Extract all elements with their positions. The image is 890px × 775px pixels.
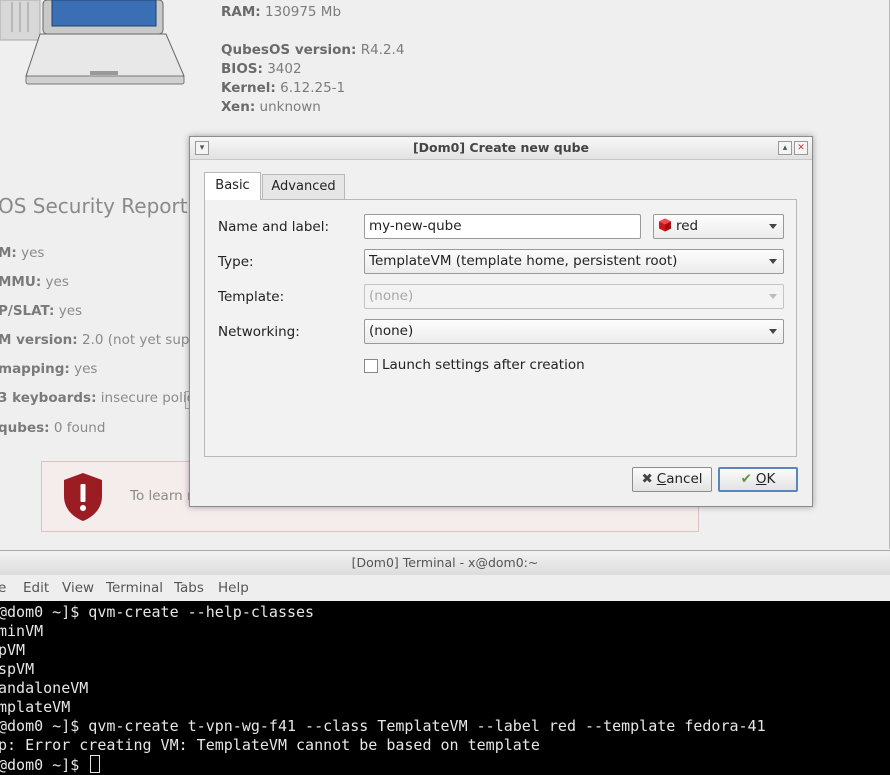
terminal-output[interactable]: @dom0 ~]$ qvm-create --help-classes minV… [0,601,890,775]
ram-info: RAM: 130975 Mb [221,4,342,20]
terminal-line: minVM [0,622,44,640]
bios-info: BIOS: 3402 [221,61,302,77]
security-row: MMU: yes [0,274,69,290]
red-cube-icon [659,218,671,232]
terminal-line: @dom0 ~]$ qvm-create t-vpn-wg-f41 --clas… [0,717,766,735]
networking-caption: Networking: [218,324,300,340]
template-select: (none) [364,284,784,309]
security-row: M: yes [0,245,45,261]
menu-help[interactable]: Help [218,580,249,596]
template-select-value: (none) [369,288,414,304]
terminal-line: spVM [0,660,35,678]
terminal-line: p: Error creating VM: TemplateVM cannot … [0,736,540,754]
type-caption: Type: [218,254,254,270]
terminal-window: [Dom0] Terminal - x@dom0:~ e Edit View T… [0,550,890,775]
security-row: 3 keyboards: insecure policy [0,390,202,406]
menu-file[interactable]: e [0,580,6,596]
security-row: M version: 2.0 (not yet support [0,332,218,348]
ok-button[interactable]: ✔ OK [718,467,798,492]
template-caption: Template: [218,289,285,305]
label-color-value: red [676,218,699,234]
cancel-button[interactable]: ✖ Cancel [632,467,712,492]
chevron-down-icon [769,259,777,264]
terminal-cursor [90,755,101,773]
menu-terminal[interactable]: Terminal [106,580,163,596]
security-row: mapping: yes [0,361,98,377]
security-report-title: OS Security Report [0,194,188,218]
menu-tabs[interactable]: Tabs [174,580,204,596]
terminal-line: andaloneVM [0,679,89,697]
networking-select-value: (none) [369,323,414,339]
name-label-caption: Name and label: [218,219,330,235]
qube-name-input[interactable]: my-new-qube [364,214,641,239]
terminal-line: @dom0 ~]$ qvm-create --help-classes [0,603,315,621]
chevron-down-icon [769,329,777,334]
dialog-title: [Dom0] Create new qube [412,140,590,155]
terminal-title: [Dom0] Terminal - x@dom0:~ [351,555,539,570]
security-row: qubes: 0 found [0,420,106,436]
kernel-info: Kernel: 6.12.25-1 [221,80,346,96]
chevron-down-icon [769,294,777,299]
shield-warning-icon [64,473,102,521]
check-icon: ✔ [740,471,752,487]
terminal-titlebar[interactable]: [Dom0] Terminal - x@dom0:~ [0,550,890,576]
maximize-button[interactable]: ▴ [778,141,792,155]
terminal-line: pVM [0,641,26,659]
chevron-down-icon [769,224,777,229]
dialog-titlebar[interactable]: ▾ [Dom0] Create new qube ▴ ✕ [190,137,812,160]
laptop-icon [0,0,185,85]
close-icon[interactable]: ✕ [794,141,808,155]
qubes-version-info: QubesOS version: R4.2.4 [221,42,405,58]
terminal-prompt-line[interactable]: @dom0 ~]$ [0,755,101,774]
terminal-line: mplateVM [0,698,71,716]
type-select-value: TemplateVM (template home, persistent ro… [369,253,678,269]
tab-advanced[interactable]: Advanced [262,174,345,200]
security-row: P/SLAT: yes [0,303,83,319]
type-select[interactable]: TemplateVM (template home, persistent ro… [364,249,784,274]
launch-settings-checkbox[interactable] [364,359,378,373]
terminal-menubar: e Edit View Terminal Tabs Help [0,575,890,601]
menu-edit[interactable]: Edit [23,580,49,596]
label-color-select[interactable]: red [653,214,784,239]
create-qube-dialog: ▾ [Dom0] Create new qube ▴ ✕ Basic Advan… [189,136,813,507]
close-icon: ✖ [641,471,653,487]
tab-basic[interactable]: Basic [204,172,261,200]
networking-select[interactable]: (none) [364,319,784,344]
xen-info: Xen: unknown [221,99,321,115]
menu-view[interactable]: View [62,580,94,596]
launch-settings-label[interactable]: Launch settings after creation [382,357,585,373]
